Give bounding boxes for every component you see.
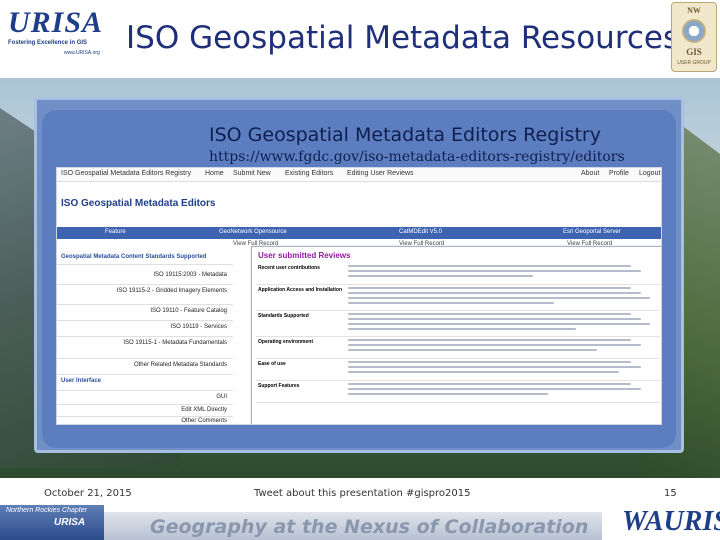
footer-date: October 21, 2015 (44, 488, 132, 499)
column-header: GeoNetwork Opensource (219, 229, 287, 235)
nav-submit-new[interactable]: Submit New (233, 170, 271, 177)
waurisa-logo: WAURISA (618, 506, 720, 540)
feature-row: ISO 19119 - Services (170, 324, 227, 330)
urisa-logo-tagline: Fostering Excellence in GIS (8, 40, 88, 46)
review-text-lines (348, 265, 656, 280)
chapter-urisa: URISA (54, 517, 86, 528)
nwgis-logo-group: USER GROUP (677, 60, 711, 66)
urisa-logo-word: URISA (8, 6, 104, 39)
review-label: Ease of use (258, 361, 286, 367)
nav-site-title[interactable]: ISO Geospatial Metadata Editors Registry (61, 170, 191, 177)
review-label: Recent user contributions (258, 265, 320, 271)
slide-number: 15 (664, 488, 677, 499)
feature-row: ISO 19115-2 - Gridded Imagery Elements (116, 288, 227, 294)
column-header: Esri Geoportal Server (563, 229, 621, 235)
urisa-logo: URISA Fostering Excellence in GIS www.UR… (4, 4, 116, 66)
review-text-lines (348, 361, 656, 376)
webpage-heading: ISO Geospatial Metadata Editors (61, 198, 216, 209)
feature-section: Geospatial Metadata Content Standards Su… (61, 254, 207, 260)
registry-title: ISO Geospatial Metadata Editors Registry (209, 124, 601, 146)
slide-header: URISA Fostering Excellence in GIS www.UR… (0, 0, 720, 78)
feature-row: GUI (216, 394, 227, 400)
webpage-navbar: ISO Geospatial Metadata Editors Registry… (57, 168, 661, 182)
review-label: Application Access and Installation (258, 287, 342, 293)
review-label: Standards Supported (258, 313, 309, 319)
review-text-lines (348, 287, 656, 307)
urisa-logo-url: www.URISA.org (64, 50, 100, 56)
review-separator (256, 380, 660, 381)
column-header: Feature (105, 229, 126, 235)
review-separator (256, 310, 660, 311)
review-text-lines (348, 339, 656, 354)
nav-about[interactable]: About (581, 170, 599, 177)
nav-profile[interactable]: Profile (609, 170, 629, 177)
review-text-lines (348, 313, 656, 333)
compass-icon (682, 19, 706, 43)
review-separator (256, 336, 660, 337)
column-header: CatMDEdit V5.0 (399, 229, 443, 235)
nav-logout[interactable]: Logout (639, 170, 660, 177)
conference-banner-text: Geography at the Nexus of Collaboration (150, 516, 589, 538)
comparison-table-header: Feature GeoNetwork Opensource CatMDEdit … (57, 227, 661, 239)
review-label: Operating environment (258, 339, 314, 345)
slide-title: ISO Geospatial Metadata Resources (126, 20, 680, 56)
northern-rockies-chapter-logo: Northern Rockies Chapter URISA (0, 505, 104, 540)
nwgis-logo: NW GIS USER GROUP (671, 2, 717, 72)
waurisa-logo-text: WAURISA (622, 506, 720, 537)
conference-banner: Geography at the Nexus of Collaboration (104, 512, 602, 540)
feature-section: User Interface (61, 378, 102, 384)
review-separator (256, 358, 660, 359)
nav-editing-user-reviews[interactable]: Editing User Reviews (347, 170, 414, 177)
feature-row: Other Related Metadata Standards (133, 362, 227, 368)
review-separator (256, 402, 660, 403)
footer-tweet: Tweet about this presentation #gispro201… (254, 488, 471, 499)
feature-list: Geospatial Metadata Content Standards Su… (57, 252, 233, 424)
nwgis-logo-bottom: GIS (686, 47, 702, 57)
feature-row: Edit XML Directly (181, 407, 227, 413)
user-reviews-popup: User submitted Reviews Recent user contr… (251, 246, 661, 424)
review-label: Support Features (258, 383, 300, 389)
reviews-title: User submitted Reviews (258, 251, 351, 260)
feature-row: Other Comments (181, 418, 227, 424)
chapter-name: Northern Rockies Chapter (6, 507, 87, 514)
nav-existing-editors[interactable]: Existing Editors (285, 170, 333, 177)
review-text-lines (348, 383, 656, 398)
feature-row: ISO 19110 - Feature Catalog (150, 308, 227, 314)
registry-url[interactable]: https://www.fgdc.gov/iso-metadata-editor… (209, 149, 625, 165)
feature-row: ISO 19115:2003 - Metadata (153, 272, 227, 278)
registry-webpage-screenshot: ISO Geospatial Metadata Editors Registry… (56, 167, 662, 425)
feature-row: ISO 19115-1 - Metadata Fundamentals (123, 340, 227, 346)
nav-home[interactable]: Home (205, 170, 224, 177)
review-separator (256, 284, 660, 285)
nwgis-logo-top: NW (687, 6, 701, 15)
